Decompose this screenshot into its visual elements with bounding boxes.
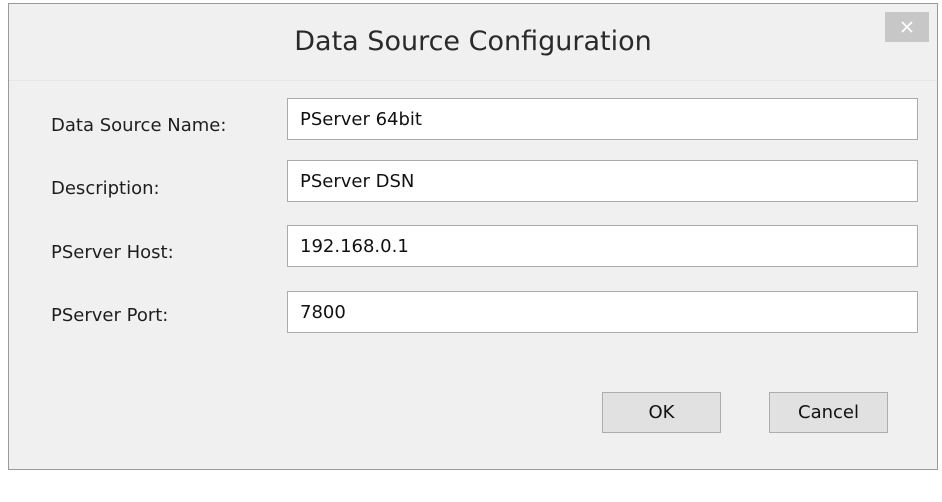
description-input[interactable] <box>287 160 918 202</box>
data-source-name-label: Data Source Name: <box>51 115 227 136</box>
close-icon <box>901 21 913 33</box>
pserver-host-input[interactable] <box>287 225 918 267</box>
dialog-window: Data Source Configuration Data Source Na… <box>8 3 938 470</box>
pserver-host-label: PServer Host: <box>51 242 174 263</box>
pserver-port-input[interactable] <box>287 291 918 333</box>
pserver-port-label: PServer Port: <box>51 305 169 326</box>
ok-button[interactable]: OK <box>602 392 721 433</box>
title-bar: Data Source Configuration <box>9 4 937 80</box>
close-button[interactable] <box>885 12 929 42</box>
cancel-button[interactable]: Cancel <box>769 392 888 433</box>
dialog-body: Data Source Name: Description: PServer H… <box>9 80 937 469</box>
description-label: Description: <box>51 178 160 199</box>
data-source-name-input[interactable] <box>287 98 918 140</box>
dialog-title: Data Source Configuration <box>294 26 652 57</box>
